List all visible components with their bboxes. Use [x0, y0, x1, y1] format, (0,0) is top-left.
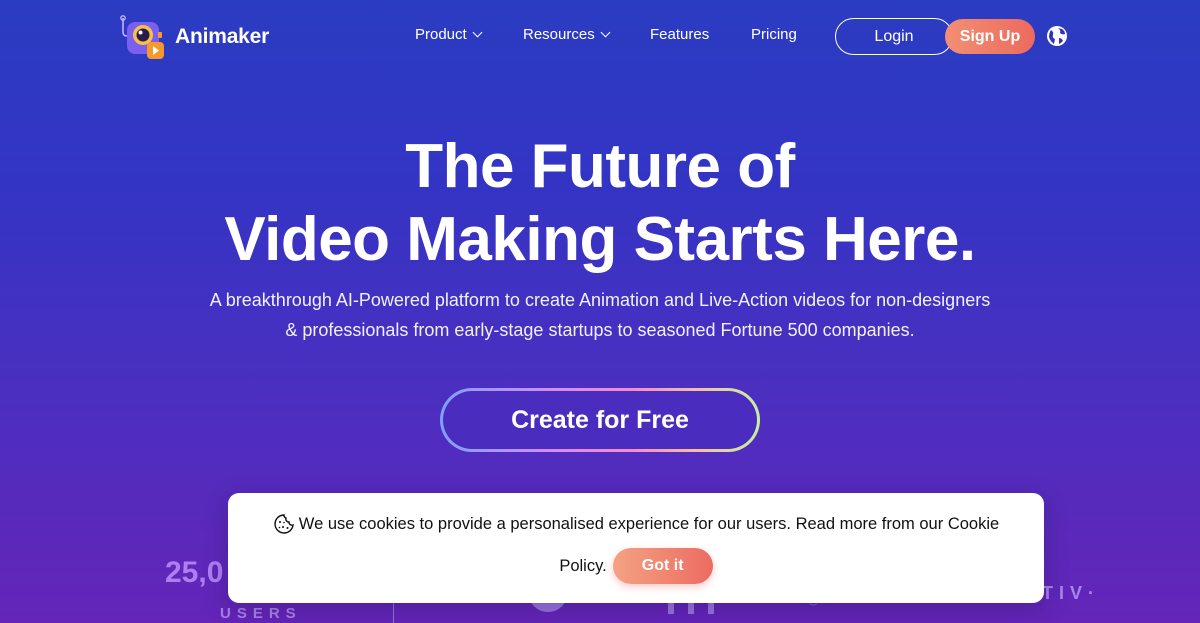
nav-item-label: Product	[415, 26, 467, 43]
hero-subtitle-line-1: A breakthrough AI-Powered platform to cr…	[209, 290, 991, 310]
hero-title-line-1: The Future of	[405, 132, 795, 201]
nav-item-label: Features	[650, 26, 710, 43]
hero-title: The Future of Video Making Starts Here.	[0, 130, 1200, 276]
cookie-icon	[274, 514, 294, 534]
cookie-message-line-2: Policy. Got it	[228, 548, 1044, 584]
hero-subtitle: A breakthrough AI-Powered platform to cr…	[0, 285, 1200, 345]
cookie-text-1: We use cookies to provide a personalised…	[298, 514, 1000, 533]
stats-divider	[393, 600, 394, 623]
chevron-down-icon	[472, 27, 483, 38]
nav-item-label: Resources	[523, 26, 595, 43]
login-button[interactable]: Login	[835, 18, 953, 55]
cookie-policy-link[interactable]: Policy.	[559, 557, 606, 576]
cookie-banner: We use cookies to provide a personalised…	[228, 493, 1044, 603]
site-header: Animaker Product Resources Features Pric…	[0, 0, 1200, 74]
nav-item-resources[interactable]: Resources	[523, 26, 611, 43]
chevron-down-icon	[600, 27, 611, 38]
hero-subtitle-line-2: & professionals from early-stage startup…	[285, 320, 915, 340]
globe-icon[interactable]	[1046, 25, 1068, 47]
nav-item-label: Pricing	[751, 26, 797, 43]
users-label: USERS	[220, 605, 302, 622]
signup-button[interactable]: Sign Up	[945, 19, 1035, 54]
got-it-button[interactable]: Got it	[612, 548, 713, 584]
nav-item-product[interactable]: Product	[415, 26, 483, 43]
users-count: 25,0	[165, 556, 224, 589]
hero-title-line-2: Video Making Starts Here.	[224, 205, 976, 274]
cookie-message-line-1: We use cookies to provide a personalised…	[228, 513, 1044, 535]
nav-item-features[interactable]: Features	[650, 26, 709, 43]
create-for-free-button[interactable]: Create for Free	[440, 388, 760, 452]
nav-item-pricing[interactable]: Pricing	[751, 26, 797, 43]
partner-logo-text: TIV·	[1042, 583, 1100, 603]
cta-label: Create for Free	[443, 391, 757, 449]
